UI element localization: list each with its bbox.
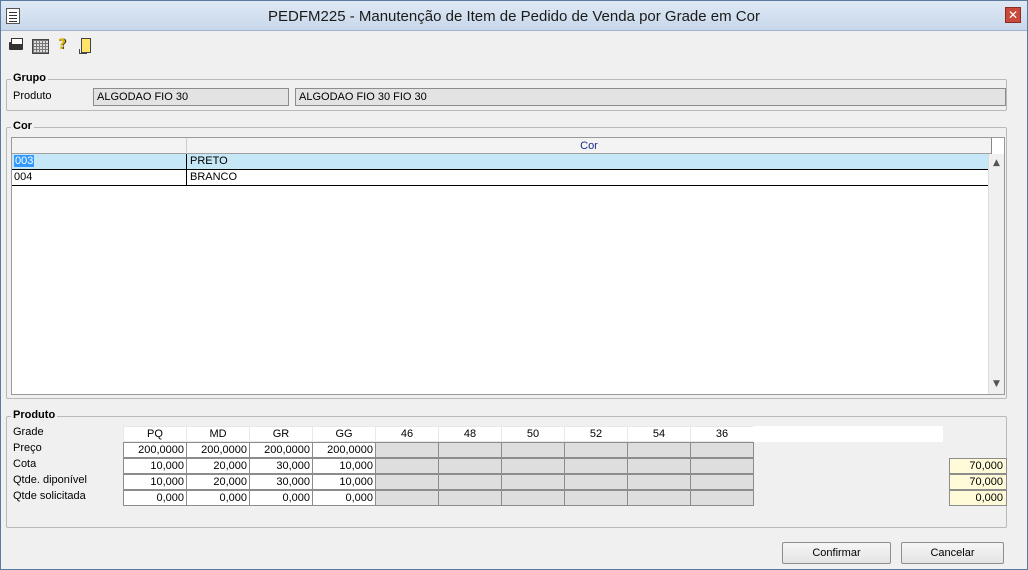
solicitada-cell-disabled (501, 490, 565, 506)
cor-code-cell[interactable]: 003 (12, 154, 187, 169)
solicitada-cell-disabled (690, 490, 754, 506)
produto-group: Produto Grade Preço Cota Qtde. diponível… (6, 409, 1007, 528)
produto-description-field[interactable]: ALGODAO FIO 30 FIO 30 (295, 88, 1006, 106)
preco-cell[interactable]: 200,0000 (186, 442, 250, 458)
confirmar-button[interactable]: Confirmar (782, 542, 891, 564)
disponivel-cell-disabled (690, 474, 754, 490)
solicitada-cell-disabled (438, 490, 502, 506)
produto-label: Produto (13, 90, 52, 102)
close-button[interactable]: ✕ (1005, 7, 1021, 23)
printer-icon[interactable] (7, 36, 25, 54)
grade-row-label: Grade (13, 426, 44, 438)
cota-row-label: Cota (13, 458, 37, 470)
cota-cell[interactable]: 10,000 (312, 458, 376, 474)
table-row[interactable]: 004 BRANCO (12, 170, 993, 186)
app-window: PEDFM225 - Manutenção de Item de Pedido … (0, 0, 1028, 570)
cota-cell-disabled (375, 458, 439, 474)
solicitada-row-label: Qtde solicitada (13, 490, 86, 502)
grupo-legend: Grupo (11, 72, 48, 84)
size-header-36: 36 (690, 426, 754, 442)
cota-cell-disabled (501, 458, 565, 474)
size-header-pq: PQ (123, 426, 187, 442)
disponivel-cell[interactable]: 10,000 (123, 474, 187, 490)
solicitada-cell[interactable]: 0,000 (186, 490, 250, 506)
size-header-54: 54 (627, 426, 691, 442)
produto-code-field[interactable]: ALGODAO FIO 30 (93, 88, 289, 106)
table-row[interactable]: 003 PRETO (12, 154, 993, 170)
preco-cell-disabled (690, 442, 754, 458)
size-header-46: 46 (375, 426, 439, 442)
cota-cell-disabled (690, 458, 754, 474)
disponivel-row-label: Qtde. diponível (13, 474, 87, 486)
cor-grid-header: Cor (12, 138, 992, 154)
preco-cell-disabled (375, 442, 439, 458)
disponivel-cell-disabled (501, 474, 565, 490)
window-title: PEDFM225 - Manutenção de Item de Pedido … (268, 8, 760, 25)
solicitada-total: 0,000 (949, 490, 1007, 506)
solicitada-cell-disabled (564, 490, 628, 506)
size-header-52: 52 (564, 426, 628, 442)
solicitada-cell[interactable]: 0,000 (249, 490, 313, 506)
disponivel-cell-disabled (564, 474, 628, 490)
grupo-group: Grupo Produto ALGODAO FIO 30 ALGODAO FIO… (6, 72, 1007, 111)
size-header-gr: GR (249, 426, 313, 442)
solicitada-cell[interactable]: 0,000 (312, 490, 376, 506)
size-header-50: 50 (501, 426, 565, 442)
solicitada-cell[interactable]: 0,000 (123, 490, 187, 506)
cota-cell[interactable]: 20,000 (186, 458, 250, 474)
solicitada-cell-disabled (375, 490, 439, 506)
cor-column-header[interactable]: Cor (187, 138, 992, 154)
cota-total: 70,000 (949, 458, 1007, 474)
cor-code-column-header[interactable] (12, 138, 187, 154)
cancelar-button[interactable]: Cancelar (901, 542, 1004, 564)
preco-cell[interactable]: 200,0000 (312, 442, 376, 458)
disponivel-cell[interactable]: 20,000 (186, 474, 250, 490)
size-header-gg: GG (312, 426, 376, 442)
produto-legend: Produto (11, 409, 58, 421)
preco-cell[interactable]: 200,0000 (123, 442, 187, 458)
preco-cell-disabled (438, 442, 502, 458)
cota-cell[interactable]: 30,000 (249, 458, 313, 474)
cor-grid: Cor 003 PRETO 004 BRANCO ▲ ▼ (11, 137, 1005, 395)
cor-code-text: 003 (14, 155, 35, 167)
preco-cell-disabled (564, 442, 628, 458)
cor-legend: Cor (11, 120, 34, 132)
exit-door-icon[interactable] (76, 36, 94, 54)
preco-cell-disabled (627, 442, 691, 458)
cor-code-cell[interactable]: 004 (12, 170, 187, 185)
cota-cell-disabled (627, 458, 691, 474)
preco-row-label: Preço (13, 442, 42, 454)
cor-name-cell[interactable]: PRETO (188, 154, 993, 169)
toolbar: ? (1, 32, 1027, 58)
disponivel-cell-disabled (375, 474, 439, 490)
disponivel-cell[interactable]: 30,000 (249, 474, 313, 490)
disponivel-cell-disabled (438, 474, 502, 490)
vertical-scrollbar[interactable]: ▲ ▼ (988, 154, 1004, 394)
cota-cell[interactable]: 10,000 (123, 458, 187, 474)
disponivel-cell-disabled (627, 474, 691, 490)
cota-cell-disabled (564, 458, 628, 474)
size-header-filler (753, 426, 943, 442)
disponivel-total: 70,000 (949, 474, 1007, 490)
solicitada-cell-disabled (627, 490, 691, 506)
cor-name-cell[interactable]: BRANCO (188, 170, 993, 185)
help-icon[interactable]: ? (53, 36, 71, 54)
disponivel-cell[interactable]: 10,000 (312, 474, 376, 490)
preco-cell-disabled (501, 442, 565, 458)
scroll-down-icon[interactable]: ▼ (989, 377, 1004, 392)
title-bar: PEDFM225 - Manutenção de Item de Pedido … (1, 1, 1027, 31)
size-header-md: MD (186, 426, 250, 442)
preco-cell[interactable]: 200,0000 (249, 442, 313, 458)
size-header-48: 48 (438, 426, 502, 442)
cor-group: Cor Cor 003 PRETO 004 BRANCO ▲ ▼ (6, 120, 1007, 399)
cota-cell-disabled (438, 458, 502, 474)
scroll-up-icon[interactable]: ▲ (989, 156, 1004, 171)
calculator-icon[interactable] (30, 36, 49, 54)
